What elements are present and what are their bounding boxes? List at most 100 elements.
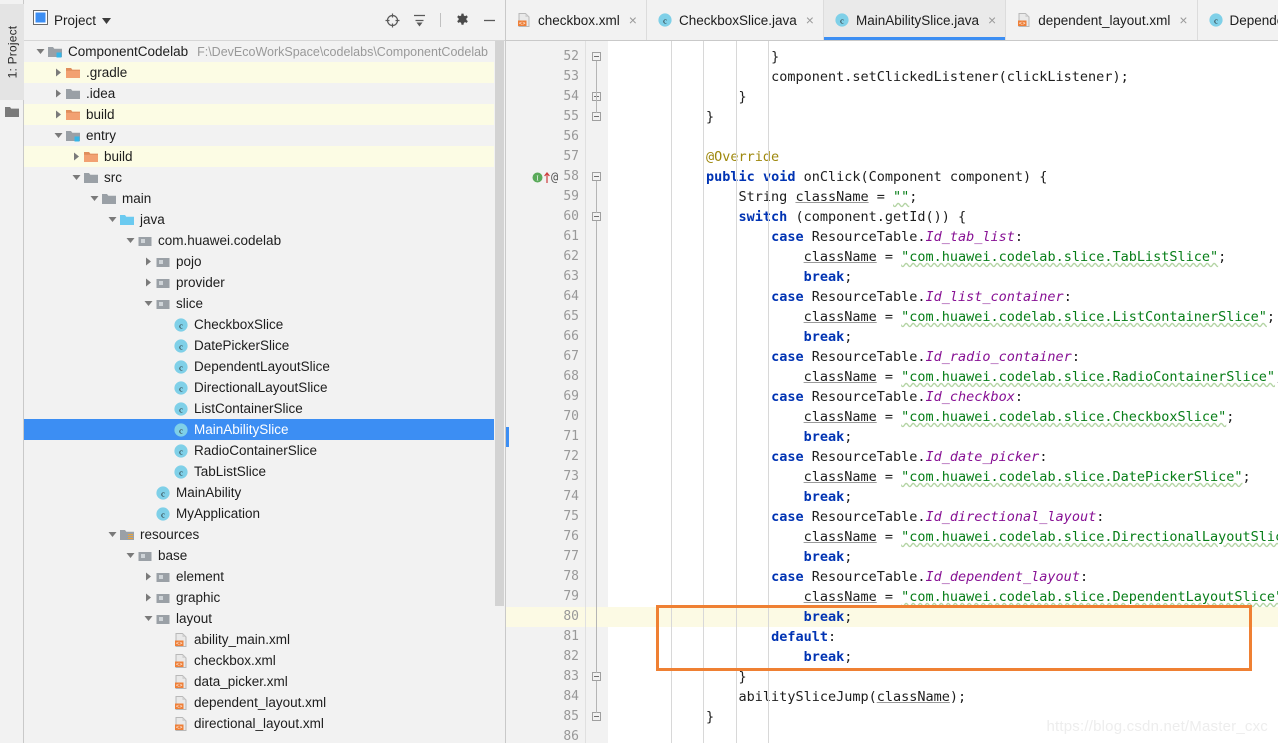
code-fold-marker[interactable] bbox=[592, 112, 601, 121]
tree-item[interactable]: java bbox=[24, 209, 505, 230]
svg-text:<>: <> bbox=[176, 725, 182, 731]
line-number: 63 bbox=[563, 269, 579, 284]
project-tree[interactable]: ComponentCodelab F:\DevEcoWorkSpace\codel… bbox=[24, 41, 505, 743]
tree-item[interactable]: c TabListSlice bbox=[24, 461, 505, 482]
tree-item[interactable]: <> directional_layout.xml bbox=[24, 713, 505, 734]
code-fold-line bbox=[596, 681, 597, 713]
tree-item[interactable]: .gradle bbox=[24, 62, 505, 83]
tree-item[interactable]: layout bbox=[24, 608, 505, 629]
chevron-down-icon[interactable] bbox=[106, 528, 119, 541]
project-tree-scrollbar[interactable] bbox=[494, 41, 505, 649]
tree-item[interactable]: c MyApplication bbox=[24, 503, 505, 524]
code-fold-marker[interactable] bbox=[592, 172, 601, 181]
folder-orange-icon bbox=[65, 65, 81, 81]
chevron-right-icon[interactable] bbox=[142, 255, 155, 268]
chevron-right-icon[interactable] bbox=[142, 591, 155, 604]
tree-item[interactable]: <> checkbox.xml bbox=[24, 650, 505, 671]
editor-tab-bar[interactable]: <> checkbox.xml × c CheckboxSlice.java × c Main… bbox=[506, 0, 1278, 41]
tree-item[interactable]: build bbox=[24, 104, 505, 125]
tree-item[interactable]: c RadioContainerSlice bbox=[24, 440, 505, 461]
chevron-right-icon[interactable] bbox=[52, 87, 65, 100]
tree-item[interactable]: resources bbox=[24, 524, 505, 545]
editor-gutter[interactable]: 52 53 54 55 56 57 58 I @ 59 60 61 62 63 64 65 66 67 68 69 70… bbox=[506, 41, 586, 743]
close-icon[interactable]: × bbox=[629, 13, 637, 27]
tree-item[interactable]: provider bbox=[24, 272, 505, 293]
chevron-down-icon[interactable] bbox=[124, 234, 137, 247]
chevron-down-icon[interactable] bbox=[102, 11, 112, 29]
tree-item[interactable]: c DatePickerSlice bbox=[24, 335, 505, 356]
tree-item[interactable]: c CheckboxSlice bbox=[24, 314, 505, 335]
chevron-right-icon[interactable] bbox=[142, 570, 155, 583]
folder-orange-icon bbox=[65, 107, 81, 123]
code-fold-marker[interactable] bbox=[592, 712, 601, 721]
tree-item[interactable]: graphic bbox=[24, 587, 505, 608]
collapse-all-icon[interactable] bbox=[411, 12, 427, 28]
tree-item[interactable]: <> dependent_layout.xml bbox=[24, 692, 505, 713]
chevron-down-icon[interactable] bbox=[70, 171, 83, 184]
tree-item-label: ListContainerSlice bbox=[194, 401, 303, 416]
tree-item[interactable]: c ListContainerSlice bbox=[24, 398, 505, 419]
code-editor[interactable]: 52 53 54 55 56 57 58 I @ 59 60 61 62 63 64 65 66 67 68 69 70… bbox=[506, 41, 1278, 743]
code-fold-marker[interactable] bbox=[592, 212, 601, 221]
chevron-down-icon[interactable] bbox=[106, 213, 119, 226]
tree-item-selected[interactable]: c MainAbilitySlice bbox=[24, 419, 505, 440]
tree-item[interactable]: slice bbox=[24, 293, 505, 314]
editor-code-column[interactable]: } component.setClickedListener(clickListe… bbox=[608, 41, 1278, 743]
chevron-right-icon[interactable] bbox=[142, 276, 155, 289]
chevron-down-icon[interactable] bbox=[124, 549, 137, 562]
chevron-right-icon[interactable] bbox=[52, 108, 65, 121]
tree-item[interactable]: .idea bbox=[24, 83, 505, 104]
line-number: 76 bbox=[563, 529, 579, 544]
chevron-right-icon[interactable] bbox=[70, 150, 83, 163]
sidebar-item-project-toolwindow[interactable]: 1: Project bbox=[0, 4, 24, 100]
tree-item[interactable]: entry bbox=[24, 125, 505, 146]
editor-tab[interactable]: <> checkbox.xml × bbox=[506, 0, 647, 40]
chevron-down-icon[interactable] bbox=[34, 45, 47, 58]
tree-item[interactable]: c DependentLayoutSlice bbox=[24, 356, 505, 377]
tree-item[interactable]: main bbox=[24, 188, 505, 209]
code-fold-marker[interactable] bbox=[592, 672, 601, 681]
chevron-down-icon[interactable] bbox=[88, 192, 101, 205]
tree-item[interactable]: c MainAbility bbox=[24, 482, 505, 503]
chevron-down-icon[interactable] bbox=[142, 612, 155, 625]
tree-item[interactable]: src bbox=[24, 167, 505, 188]
tree-item[interactable]: ComponentCodelab F:\DevEcoWorkSpace\codel… bbox=[24, 41, 505, 62]
tree-item[interactable]: pojo bbox=[24, 251, 505, 272]
settings-gear-icon[interactable] bbox=[454, 12, 470, 28]
editor-tab[interactable]: c DependentLayoutS bbox=[1197, 0, 1278, 40]
editor-tab[interactable]: c CheckboxSlice.java × bbox=[646, 0, 824, 40]
svg-text:c: c bbox=[179, 320, 183, 330]
indent-guide bbox=[735, 41, 737, 743]
svg-text:<>: <> bbox=[519, 21, 525, 27]
folder-icon[interactable] bbox=[5, 104, 19, 117]
chevron-down-icon[interactable] bbox=[142, 297, 155, 310]
code-fold-marker[interactable] bbox=[592, 52, 601, 61]
tree-item[interactable]: <> data_picker.xml bbox=[24, 671, 505, 692]
close-icon[interactable]: × bbox=[806, 13, 814, 27]
close-icon[interactable]: × bbox=[1179, 13, 1187, 27]
code-line: abilitySliceJump(className); bbox=[738, 689, 967, 705]
tree-item[interactable]: com.huawei.codelab bbox=[24, 230, 505, 251]
close-icon[interactable]: × bbox=[988, 13, 996, 27]
editor-tab-active[interactable]: c MainAbilitySlice.java × bbox=[823, 0, 1007, 40]
chevron-right-icon[interactable] bbox=[52, 66, 65, 79]
svg-text:<>: <> bbox=[176, 641, 182, 647]
tree-item[interactable]: c DirectionalLayoutSlice bbox=[24, 377, 505, 398]
locate-icon[interactable] bbox=[384, 12, 400, 28]
svg-text:c: c bbox=[840, 15, 844, 25]
hide-panel-icon[interactable] bbox=[481, 12, 497, 28]
java-class-icon: c bbox=[834, 12, 850, 28]
tree-item[interactable]: build bbox=[24, 146, 505, 167]
tree-item-label: slice bbox=[176, 296, 204, 311]
line-number: 75 bbox=[563, 509, 579, 524]
svg-text:c: c bbox=[179, 341, 183, 351]
tree-item[interactable]: <> ability_main.xml bbox=[24, 629, 505, 650]
editor-tab[interactable]: <> dependent_layout.xml × bbox=[1006, 0, 1198, 40]
override-method-marker[interactable]: I @ bbox=[532, 167, 558, 187]
project-window-icon bbox=[33, 10, 48, 30]
editor-fold-column[interactable] bbox=[586, 41, 608, 743]
chevron-down-icon[interactable] bbox=[52, 129, 65, 142]
tree-item[interactable]: element bbox=[24, 566, 505, 587]
tree-item[interactable]: base bbox=[24, 545, 505, 566]
